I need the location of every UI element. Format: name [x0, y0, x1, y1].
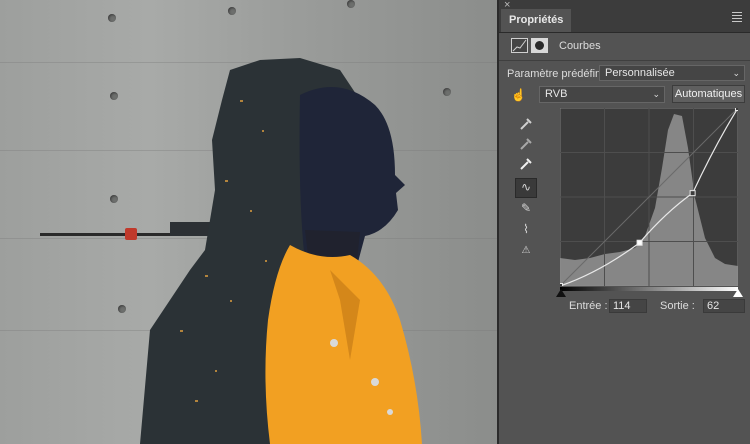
input-gradient-bar	[560, 287, 738, 291]
target-adjust-hand-icon[interactable]: ☝	[511, 88, 527, 102]
curves-graph[interactable]	[560, 108, 738, 286]
adjustment-title: Courbes	[559, 40, 601, 52]
auto-button[interactable]: Automatiques	[672, 85, 745, 103]
layer-mask-icon[interactable]	[531, 38, 548, 53]
gray-point-eyedropper-icon[interactable]	[517, 136, 535, 152]
jacket-button	[387, 409, 393, 415]
properties-panel: × Propriétés Courbes Paramètre prédéfini…	[497, 0, 750, 444]
black-point-eyedropper-icon[interactable]	[517, 116, 535, 132]
curves-adjustment-icon[interactable]	[511, 38, 528, 53]
curve-point[interactable]	[560, 283, 563, 287]
output-label: Sortie :	[660, 300, 695, 312]
chevron-down-icon: ⌄	[732, 68, 740, 78]
preset-select-value: Personnalisée	[605, 67, 675, 79]
channel-select-value: RVB	[545, 88, 568, 100]
tower-pod	[125, 228, 137, 240]
curve-points-tool-icon[interactable]: ∿	[515, 178, 537, 198]
preset-select[interactable]: Personnalisée ⌄	[599, 65, 745, 81]
pencil-icon[interactable]: ✎	[517, 200, 535, 216]
jacket-button	[371, 378, 379, 386]
selected-curve-point[interactable]	[636, 239, 643, 246]
curve-point[interactable]	[735, 108, 739, 111]
white-point-eyedropper-icon[interactable]	[517, 156, 535, 172]
smooth-curve-icon[interactable]: ⌇	[517, 221, 535, 237]
input-value-field[interactable]: 114	[609, 299, 647, 313]
panel-menu-icon[interactable]	[732, 12, 742, 24]
chevron-down-icon: ⌄	[652, 89, 660, 99]
double-exposure-photo	[40, 58, 422, 444]
document-canvas[interactable]	[0, 0, 497, 444]
output-value-field[interactable]: 62	[703, 299, 745, 313]
preset-label: Paramètre prédéfini :	[507, 68, 610, 80]
jacket-button	[330, 339, 338, 347]
divider	[499, 60, 750, 61]
channel-select[interactable]: RVB ⌄	[539, 86, 665, 103]
clipping-warning-icon[interactable]: ⚠	[517, 243, 535, 259]
tab-properties[interactable]: Propriétés	[501, 9, 572, 32]
curve-point[interactable]	[689, 190, 696, 197]
panel-tab-bar: × Propriétés	[499, 0, 750, 33]
yellow-jacket	[265, 245, 422, 444]
input-label: Entrée :	[569, 300, 608, 312]
black-point-slider[interactable]	[556, 289, 566, 297]
white-point-slider[interactable]	[733, 289, 743, 297]
